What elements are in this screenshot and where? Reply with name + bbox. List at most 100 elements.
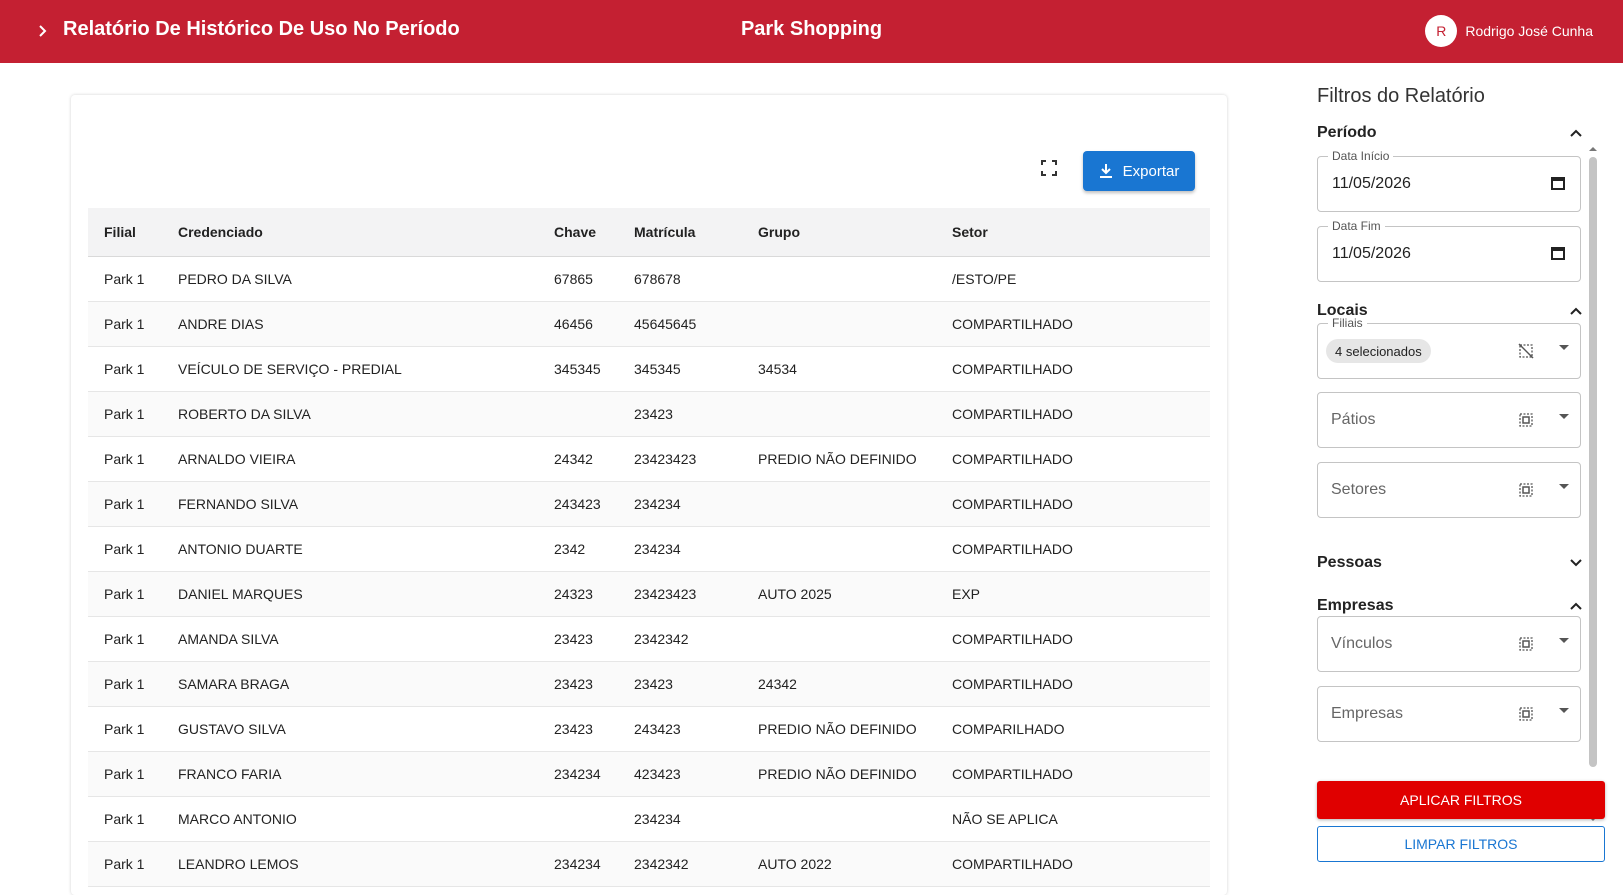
table-row[interactable]: Park 1 ANDRE DIAS 46456 45645645 COMPARTILHA… <box>88 301 1210 347</box>
apply-filters-button[interactable]: APLICAR FILTROS <box>1317 781 1605 819</box>
cell-credenciado: LEANDRO LEMOS <box>162 841 538 887</box>
column-header-chave[interactable]: Chave <box>538 208 618 257</box>
calendar-icon[interactable] <box>1550 175 1566 191</box>
select-all-icon[interactable] <box>1518 636 1534 652</box>
cell-setor: COMPARTILHADO <box>936 751 1210 797</box>
cell-chave: 2342 <box>538 526 618 572</box>
column-header-matricula[interactable]: Matrícula <box>618 208 742 257</box>
cell-grupo: PREDIO NÃO DEFINIDO <box>742 706 936 752</box>
cell-grupo <box>742 481 936 527</box>
table-row[interactable]: Park 1 ROBERTO DA SILVA 23423 COMPARTILHADO <box>88 391 1210 437</box>
column-header-grupo[interactable]: Grupo <box>742 208 936 257</box>
cell-chave: 23423 <box>538 661 618 707</box>
table-row[interactable]: Park 1 GUSTAVO SILVA 23423 243423 PREDIO NÃO… <box>88 706 1210 752</box>
cell-credenciado: MARCO ANTONIO <box>162 796 538 842</box>
table-row[interactable]: Park 1 PEDRO DA SILVA 67865 678678/ESTO/PE <box>88 256 1210 302</box>
filters-scrollbar[interactable] <box>1589 145 1597 825</box>
export-label: Exportar <box>1122 162 1180 180</box>
setores-select[interactable]: Setores <box>1317 462 1581 518</box>
table-row[interactable]: Park 1 MARCO ANTONIO 234234 NÃO SE APLICA <box>88 796 1210 842</box>
cell-chave <box>538 796 618 842</box>
select-all-icon[interactable] <box>1518 706 1534 722</box>
cell-matricula: 23423 <box>618 391 742 437</box>
cell-matricula: 234234 <box>618 481 742 527</box>
column-header-credenciado[interactable]: Credenciado <box>162 208 538 257</box>
dropdown-arrow-icon[interactable] <box>1558 413 1570 421</box>
scroll-up-icon[interactable] <box>1589 145 1597 153</box>
dropdown-arrow-icon[interactable] <box>1558 483 1570 491</box>
cell-grupo: PREDIO NÃO DEFINIDO <box>742 436 936 482</box>
table-row[interactable]: Park 1 SAMARA BRAGA 23423 23423 24342 COMPART… <box>88 661 1210 707</box>
clear-filters-button[interactable]: LIMPAR FILTROS <box>1317 826 1605 862</box>
dropdown-arrow-icon[interactable] <box>1558 637 1570 645</box>
data-fim-field[interactable]: Data Fim 11/05/2026 <box>1317 219 1581 282</box>
cell-grupo: PREDIO NÃO DEFINIDO <box>742 751 936 797</box>
table-row[interactable]: Park 1 ANTONIO DUARTE 2342 234234 COMPARTILH… <box>88 526 1210 572</box>
select-all-icon[interactable] <box>1518 412 1534 428</box>
cell-matricula: 2342342 <box>618 616 742 662</box>
cell-chave: 24323 <box>538 571 618 617</box>
cell-chave: 46456 <box>538 301 618 347</box>
cell-setor: COMPARILHADO <box>936 706 1210 752</box>
cell-filial: Park 1 <box>88 436 162 482</box>
section-pessoas-label: Pessoas <box>1317 554 1382 571</box>
cell-filial: Park 1 <box>88 391 162 437</box>
cell-grupo: AUTO 2022 <box>742 841 936 887</box>
chevron-up-icon <box>1570 307 1582 315</box>
cell-chave: 24342 <box>538 436 618 482</box>
cell-grupo: AUTO 2025 <box>742 571 936 617</box>
deselect-all-icon[interactable] <box>1518 343 1534 359</box>
cell-credenciado: DANIEL MARQUES <box>162 571 538 617</box>
column-header-filial[interactable]: Filial <box>88 208 162 257</box>
section-periodo-label: Período <box>1317 124 1377 141</box>
filters-title: Filtros do Relatório <box>1317 85 1485 107</box>
table-row[interactable]: Park 1 DANIEL MARQUES 24323 23423423 AUTO 20… <box>88 571 1210 617</box>
cell-chave: 234234 <box>538 841 618 887</box>
download-icon <box>1099 164 1112 178</box>
table-row[interactable]: Park 1 FERNANDO SILVA 243423 234234 COMPARTI… <box>88 481 1210 527</box>
filiais-label: Filiais <box>1328 316 1367 330</box>
cell-matricula: 678678 <box>618 256 742 302</box>
cell-setor: /ESTO/PE <box>936 256 1210 302</box>
table-row[interactable]: Park 1 LEANDRO LEMOS 234234 2342342 AUTO 202… <box>88 841 1210 887</box>
filters-scroll-area[interactable]: Período Data Início 11/05/2026 Data Fim … <box>1295 119 1605 829</box>
dropdown-arrow-icon[interactable] <box>1558 707 1570 715</box>
cell-matricula: 423423 <box>618 751 742 797</box>
setores-placeholder: Setores <box>1331 481 1387 498</box>
cell-setor: COMPARTILHADO <box>936 526 1210 572</box>
cell-grupo <box>742 391 936 437</box>
fullscreen-icon[interactable] <box>1036 155 1062 181</box>
cell-filial: Park 1 <box>88 301 162 347</box>
cell-grupo <box>742 616 936 662</box>
filiais-chip[interactable]: 4 selecionados <box>1326 339 1431 363</box>
section-pessoas-header[interactable]: Pessoas <box>1317 551 1583 575</box>
vinculos-select[interactable]: Vínculos <box>1317 616 1581 672</box>
chevron-right-icon[interactable] <box>32 20 54 42</box>
cell-chave: 23423 <box>538 706 618 752</box>
page-title: Relatório De Histórico De Uso No Período <box>63 18 460 40</box>
table-row[interactable]: Park 1 VEÍCULO DE SERVIÇO - PREDIAL 345345… <box>88 346 1210 392</box>
cell-matricula: 2342342 <box>618 841 742 887</box>
scrollbar-thumb[interactable] <box>1589 157 1597 767</box>
cell-filial: Park 1 <box>88 841 162 887</box>
calendar-icon[interactable] <box>1550 245 1566 261</box>
cell-credenciado: VEÍCULO DE SERVIÇO - PREDIAL <box>162 346 538 392</box>
column-header-setor[interactable]: Setor <box>936 208 1210 257</box>
empresas-select[interactable]: Empresas <box>1317 686 1581 742</box>
export-button[interactable]: Exportar <box>1083 151 1195 191</box>
cell-chave: 67865 <box>538 256 618 302</box>
dropdown-arrow-icon[interactable] <box>1558 344 1570 352</box>
filiais-select[interactable]: Filiais 4 selecionados <box>1317 316 1581 379</box>
user-menu[interactable]: R Rodrigo José Cunha <box>1425 15 1593 47</box>
select-all-icon[interactable] <box>1518 482 1534 498</box>
table-row[interactable]: Park 1 ARNALDO VIEIRA 24342 23423423 PREDIO … <box>88 436 1210 482</box>
cell-credenciado: ANTONIO DUARTE <box>162 526 538 572</box>
section-periodo-header[interactable]: Período <box>1317 121 1583 145</box>
table-row[interactable]: Park 1 FRANCO FARIA 234234 423423 PREDIO NÃO… <box>88 751 1210 797</box>
section-empresas-header[interactable]: Empresas <box>1317 594 1583 618</box>
cell-chave: 243423 <box>538 481 618 527</box>
data-inicio-field[interactable]: Data Início 11/05/2026 <box>1317 149 1581 212</box>
patios-select[interactable]: Pátios <box>1317 392 1581 448</box>
cell-chave: 23423 <box>538 616 618 662</box>
table-row[interactable]: Park 1 AMANDA SILVA 23423 2342342 COMPARTILH… <box>88 616 1210 662</box>
